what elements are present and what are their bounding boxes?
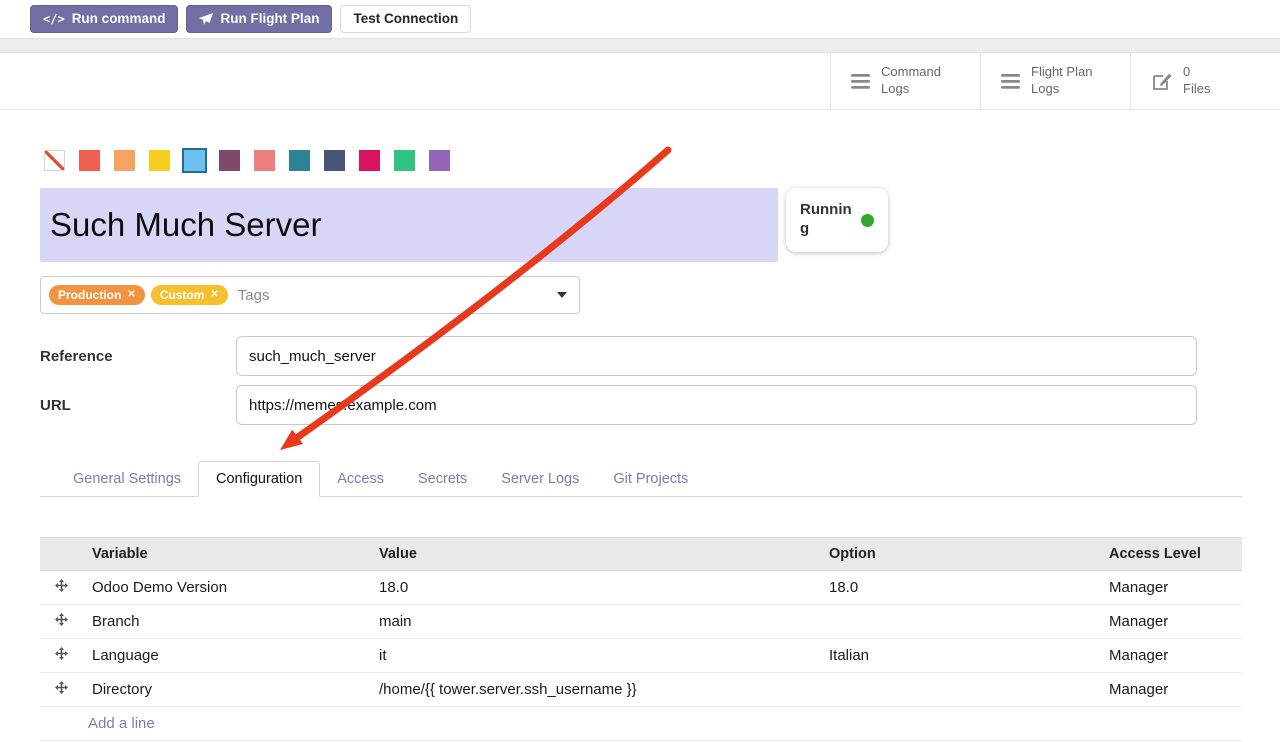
form-sheet: Running Production ✕ Custom ✕ Tags Refer…: [0, 148, 1280, 741]
cell-value[interactable]: 18.0: [369, 571, 819, 605]
header-handle: [40, 538, 82, 571]
tab-git-projects[interactable]: Git Projects: [596, 462, 705, 496]
command-logs-label: Command Logs: [881, 64, 941, 98]
flight-plan-logs-label: Flight Plan Logs: [1031, 64, 1092, 98]
tags-placeholder: Tags: [238, 287, 270, 304]
status-badge: Running: [786, 188, 888, 252]
bars-icon: [1001, 74, 1020, 89]
cell-access-level[interactable]: Manager: [1099, 673, 1242, 707]
add-a-line-link[interactable]: Add a line: [88, 715, 155, 732]
form-header: Command Logs Flight Plan Logs 0 Files: [0, 53, 1280, 110]
separator-strip: [0, 38, 1280, 53]
color-swatch-dark-purple[interactable]: [219, 150, 240, 171]
drag-handle-icon[interactable]: [40, 673, 82, 707]
notebook-tabs: General Settings Configuration Access Se…: [40, 461, 1242, 497]
tab-general-settings[interactable]: General Settings: [56, 462, 198, 496]
cell-option[interactable]: 18.0: [819, 571, 1099, 605]
table-row: Directory /home/{{ tower.server.ssh_user…: [40, 673, 1242, 707]
edit-icon: [1151, 71, 1172, 92]
color-palette: [44, 148, 1242, 172]
run-flight-plan-label: Run Flight Plan: [220, 12, 319, 26]
color-swatch-salmon[interactable]: [254, 150, 275, 171]
color-swatch-orange[interactable]: [114, 150, 135, 171]
table-row: Odoo Demo Version 18.0 18.0 Manager: [40, 571, 1242, 605]
color-swatch-teal[interactable]: [289, 150, 310, 171]
url-label: URL: [40, 397, 236, 414]
tab-server-logs[interactable]: Server Logs: [484, 462, 596, 496]
top-toolbar: </> Run command Run Flight Plan Test Con…: [0, 0, 1280, 38]
drag-handle-icon[interactable]: [40, 571, 82, 605]
test-connection-label: Test Connection: [353, 12, 458, 26]
add-line-row: Add a line: [40, 707, 1242, 741]
color-swatch-red[interactable]: [79, 150, 100, 171]
cell-variable[interactable]: Odoo Demo Version: [82, 571, 369, 605]
cell-value[interactable]: it: [369, 639, 819, 673]
tags-field[interactable]: Production ✕ Custom ✕ Tags: [40, 276, 580, 314]
remove-tag-icon[interactable]: ✕: [127, 290, 135, 300]
color-swatch-purple[interactable]: [429, 150, 450, 171]
code-icon: </>: [43, 13, 65, 25]
cell-access-level[interactable]: Manager: [1099, 571, 1242, 605]
cell-variable[interactable]: Branch: [82, 605, 369, 639]
dropdown-caret-icon[interactable]: [557, 292, 567, 298]
url-input[interactable]: [236, 385, 1197, 425]
flight-plan-logs-button[interactable]: Flight Plan Logs: [980, 53, 1130, 109]
cell-value[interactable]: main: [369, 605, 819, 639]
status-dot-icon: [861, 214, 874, 227]
cell-option[interactable]: [819, 673, 1099, 707]
remove-tag-icon[interactable]: ✕: [210, 290, 218, 300]
variables-table: Variable Value Option Access Level Odoo …: [40, 537, 1242, 741]
drag-handle-icon[interactable]: [40, 639, 82, 673]
header-option: Option: [819, 538, 1099, 571]
color-swatch-dark-blue[interactable]: [324, 150, 345, 171]
header-value: Value: [369, 538, 819, 571]
cell-value[interactable]: /home/{{ tower.server.ssh_username }}: [369, 673, 819, 707]
run-flight-plan-button[interactable]: Run Flight Plan: [186, 5, 332, 33]
command-logs-button[interactable]: Command Logs: [830, 53, 980, 109]
files-label: 0 Files: [1183, 64, 1210, 98]
cell-access-level[interactable]: Manager: [1099, 639, 1242, 673]
tag-production-label: Production: [58, 289, 121, 301]
drag-handle-icon[interactable]: [40, 605, 82, 639]
status-label: Running: [800, 201, 852, 239]
reference-input[interactable]: [236, 336, 1197, 376]
server-name-input[interactable]: [40, 188, 778, 262]
table-row: Language it Italian Manager: [40, 639, 1242, 673]
tag-production[interactable]: Production ✕: [49, 285, 145, 305]
bars-icon: [851, 74, 870, 89]
header-access-level: Access Level: [1099, 538, 1242, 571]
cell-variable[interactable]: Language: [82, 639, 369, 673]
color-swatch-fuchsia[interactable]: [359, 150, 380, 171]
test-connection-button[interactable]: Test Connection: [340, 5, 471, 33]
table-row: Branch main Manager: [40, 605, 1242, 639]
tab-secrets[interactable]: Secrets: [401, 462, 484, 496]
tab-access[interactable]: Access: [320, 462, 401, 496]
run-command-label: Run command: [72, 12, 166, 26]
url-row: URL: [40, 385, 1242, 425]
paper-plane-icon: [199, 12, 213, 26]
tag-custom[interactable]: Custom ✕: [151, 285, 228, 305]
reference-label: Reference: [40, 348, 236, 365]
cell-access-level[interactable]: Manager: [1099, 605, 1242, 639]
files-button[interactable]: 0 Files: [1130, 53, 1280, 109]
color-swatch-no-color[interactable]: [44, 150, 65, 171]
color-swatch-yellow[interactable]: [149, 150, 170, 171]
cell-option[interactable]: [819, 605, 1099, 639]
reference-row: Reference: [40, 336, 1242, 376]
cell-option[interactable]: Italian: [819, 639, 1099, 673]
cell-variable[interactable]: Directory: [82, 673, 369, 707]
header-variable: Variable: [82, 538, 369, 571]
run-command-button[interactable]: </> Run command: [30, 5, 178, 33]
tag-custom-label: Custom: [160, 289, 205, 301]
table-header-row: Variable Value Option Access Level: [40, 538, 1242, 571]
tab-configuration[interactable]: Configuration: [198, 461, 320, 497]
color-swatch-cyan-selected[interactable]: [184, 150, 205, 171]
title-row: Running: [40, 188, 1242, 262]
color-swatch-green[interactable]: [394, 150, 415, 171]
